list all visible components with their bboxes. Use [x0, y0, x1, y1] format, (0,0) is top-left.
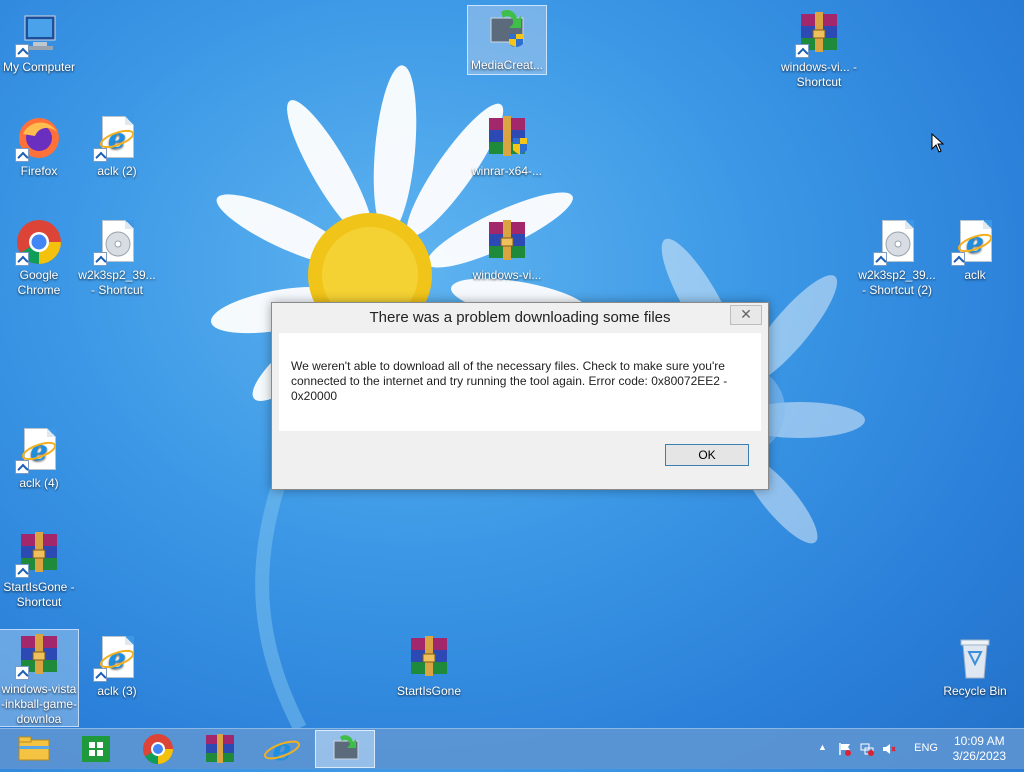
shortcut-arrow-icon: [93, 252, 107, 266]
disc-image-icon: [93, 218, 141, 266]
windows-vista-shortcut[interactable]: windows-vi... - Shortcut: [780, 8, 858, 90]
icon-label: My Computer: [2, 60, 76, 74]
aclk-shortcut[interactable]: e aclk: [936, 216, 1014, 283]
dialog-close-button[interactable]: ✕: [730, 305, 762, 325]
windows-vista-archive[interactable]: windows-vi...: [468, 216, 546, 283]
internet-explorer-document-icon: e: [93, 634, 141, 682]
dialog-message: We weren't able to download all of the n…: [291, 359, 728, 403]
shortcut-arrow-icon: [15, 252, 29, 266]
firefox-icon: [15, 114, 63, 162]
icon-label: Firefox: [20, 164, 58, 178]
internet-explorer-icon: e: [263, 733, 301, 768]
shortcut-arrow-icon: [873, 252, 887, 266]
svg-text:e: e: [108, 642, 126, 675]
icon-label: MediaCreat...: [470, 58, 544, 72]
shortcut-arrow-icon: [795, 44, 809, 58]
icon-label: windows-vi...: [472, 268, 542, 282]
w2k3sp2-shortcut-2[interactable]: w2k3sp2_39... - Shortcut (2): [858, 216, 936, 298]
winrar-archive-icon: [405, 634, 453, 682]
media-creation-tool-icon[interactable]: MediaCreat...: [467, 5, 547, 75]
taskbar-file-explorer[interactable]: [10, 731, 58, 767]
icon-label: windows-vi... - Shortcut: [780, 60, 857, 89]
icon-label: w2k3sp2_39... - Shortcut (2): [858, 268, 936, 297]
mouse-cursor-icon: [931, 133, 945, 153]
action-center-flag-icon[interactable]: [838, 742, 852, 756]
svg-text:e: e: [30, 434, 48, 467]
winrar-x64-installer[interactable]: winrar-x64-...: [468, 112, 546, 179]
ok-button[interactable]: OK: [665, 444, 749, 466]
network-icon[interactable]: [860, 742, 874, 756]
disc-image-icon: [873, 218, 921, 266]
taskbar-media-creation-tool[interactable]: [315, 730, 375, 768]
shortcut-arrow-icon: [15, 44, 29, 58]
icon-label: aclk: [964, 268, 986, 282]
recycle-bin-icon: [951, 634, 999, 682]
my-computer-shortcut[interactable]: My Computer: [0, 8, 78, 75]
dialog-body: We weren't able to download all of the n…: [279, 333, 761, 431]
svg-text:e: e: [966, 226, 984, 259]
icon-label: winrar-x64-...: [471, 164, 542, 178]
internet-explorer-document-icon: e: [93, 114, 141, 162]
shortcut-arrow-icon: [93, 668, 107, 682]
clock[interactable]: 10:09 AM 3/26/2023: [953, 734, 1006, 764]
system-tray: ▲ ENG 10:09 AM 3/26/2023: [804, 729, 1024, 769]
shortcut-arrow-icon: [93, 148, 107, 162]
folder-icon: [18, 736, 50, 761]
volume-muted-icon[interactable]: [882, 742, 896, 756]
svg-text:e: e: [272, 733, 291, 767]
startisgone-archive[interactable]: StartIsGone: [390, 632, 468, 699]
winrar-archive-icon: [15, 530, 63, 578]
windows-vista-inkball-archive[interactable]: windows-vista-inkball-game-downloa: [0, 629, 79, 727]
shortcut-arrow-icon: [951, 252, 965, 266]
startisgone-shortcut[interactable]: StartIsGone - Shortcut: [0, 528, 78, 610]
winrar-archive-icon: [15, 632, 63, 680]
icon-label: StartIsGone - Shortcut: [3, 580, 75, 609]
aclk-4-shortcut[interactable]: e aclk (4): [0, 424, 78, 491]
icon-label: Recycle Bin: [943, 684, 1007, 698]
computer-icon: [15, 10, 63, 58]
error-dialog: There was a problem downloading some fil…: [271, 302, 769, 490]
taskbar-winrar[interactable]: [196, 731, 244, 767]
recycle-bin[interactable]: Recycle Bin: [936, 632, 1014, 699]
shortcut-arrow-icon: [15, 148, 29, 162]
input-language[interactable]: ENG: [914, 742, 938, 754]
icon-label: aclk (4): [19, 476, 59, 490]
shortcut-arrow-icon: [15, 564, 29, 578]
tray-overflow-chevron[interactable]: ▲: [818, 742, 827, 752]
icon-label: aclk (2): [97, 164, 137, 178]
taskbar-internet-explorer[interactable]: e: [258, 731, 306, 768]
icon-label: Google Chrome: [17, 268, 61, 297]
chrome-icon: [15, 218, 63, 266]
clock-date: 3/26/2023: [952, 749, 1006, 763]
svg-text:e: e: [108, 122, 126, 155]
dialog-title: There was a problem downloading some fil…: [272, 303, 768, 333]
internet-explorer-document-icon: e: [15, 426, 63, 474]
icon-label: StartIsGone: [396, 684, 462, 698]
clock-time: 10:09 AM: [953, 734, 1005, 748]
taskbar-chrome[interactable]: [134, 731, 182, 767]
w2k3sp2-shortcut[interactable]: w2k3sp2_39... - Shortcut: [78, 216, 156, 298]
shortcut-arrow-icon: [15, 666, 29, 680]
icon-label: aclk (3): [97, 684, 137, 698]
icon-label: windows-vista-inkball-game-downloa: [0, 682, 78, 726]
winrar-archive-icon: [483, 218, 531, 266]
chrome-icon: [143, 734, 173, 765]
winrar-installer-icon: [483, 114, 531, 162]
firefox-shortcut[interactable]: Firefox: [0, 112, 78, 179]
taskbar-store[interactable]: [72, 731, 120, 767]
icon-label: w2k3sp2_39... - Shortcut: [78, 268, 156, 297]
taskbar: e ▲ ENG 10:09 AM 3/26/2023: [0, 728, 1024, 769]
media-creation-tool-icon-image: [483, 8, 531, 56]
store-icon: [82, 736, 110, 762]
winrar-archive-icon: [795, 10, 843, 58]
winrar-icon: [206, 734, 234, 763]
aclk-3-shortcut[interactable]: e aclk (3): [78, 632, 156, 699]
media-creation-tool-icon: [333, 735, 359, 760]
internet-explorer-document-icon: e: [951, 218, 999, 266]
aclk-2-shortcut[interactable]: e aclk (2): [78, 112, 156, 179]
google-chrome-shortcut[interactable]: Google Chrome: [0, 216, 78, 298]
shortcut-arrow-icon: [15, 460, 29, 474]
